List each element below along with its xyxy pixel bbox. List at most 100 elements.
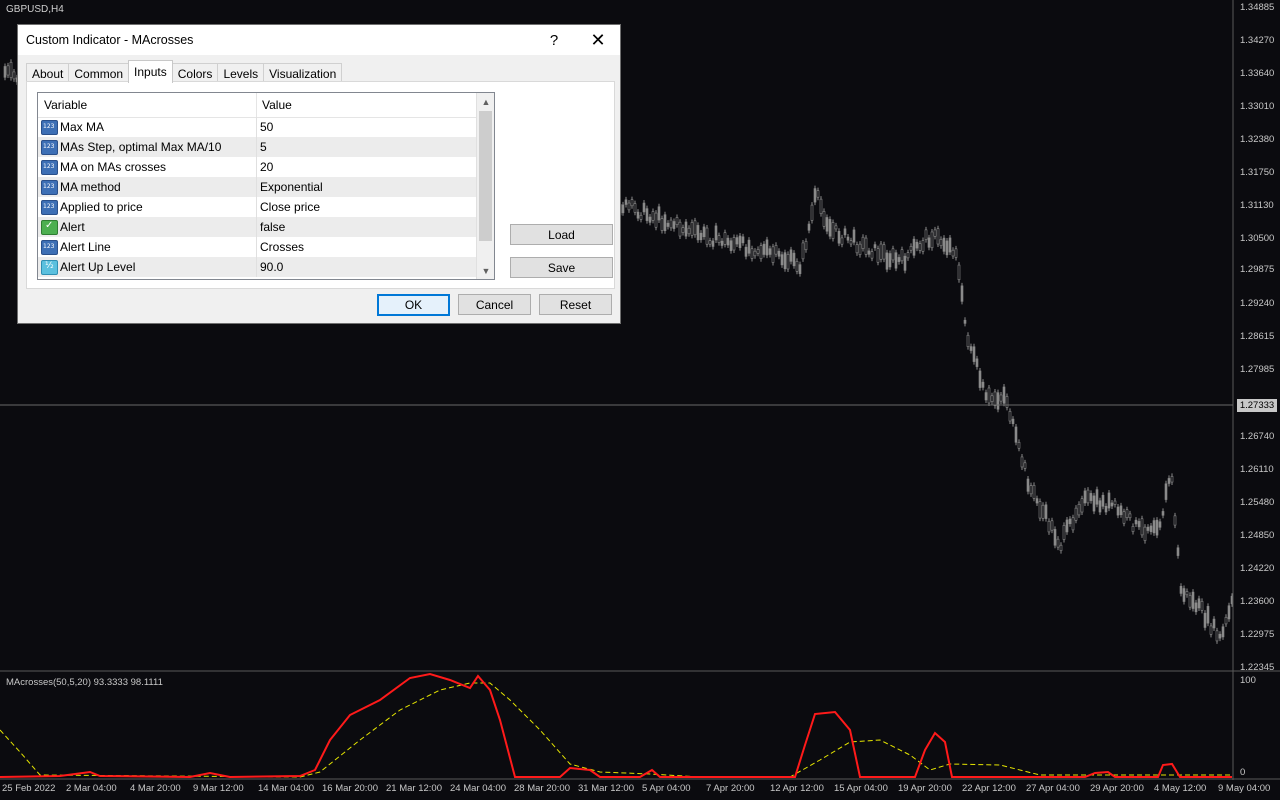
input-variable: Alert Line: [60, 240, 111, 254]
price-label: 1.34885: [1240, 2, 1275, 13]
price-label: 1.24220: [1240, 563, 1275, 574]
tab-colors[interactable]: Colors: [171, 63, 219, 83]
price-label: 1.24850: [1240, 530, 1275, 541]
price-label: 1.23600: [1240, 596, 1275, 607]
indicator-level-0: 0: [1240, 767, 1246, 778]
inputs-grid: Variable Value Max MA 50 MAs Step, optimal…: [37, 92, 495, 280]
input-row[interactable]: Alert Line Crosses: [38, 237, 476, 258]
price-label: 1.31130: [1240, 200, 1274, 211]
grid-header: Variable Value: [38, 93, 476, 118]
price-label: 1.28615: [1240, 331, 1275, 342]
input-value[interactable]: 50: [260, 120, 273, 134]
input-value[interactable]: 20: [260, 160, 273, 174]
grid-scrollbar[interactable]: ▲ ▼: [476, 93, 494, 279]
input-row[interactable]: Applied to price Close price: [38, 197, 476, 218]
time-label: 21 Mar 12:00: [386, 783, 442, 794]
input-value[interactable]: Crosses: [260, 240, 304, 254]
input-variable: Alert: [60, 220, 85, 234]
indicator-slow-line: [0, 682, 1232, 778]
current-price-tag: 1.27333: [1237, 399, 1277, 412]
close-button[interactable]: ✕: [576, 25, 620, 55]
number-icon: [41, 120, 58, 135]
price-label: 1.29875: [1240, 264, 1275, 275]
indicator-level-100: 100: [1240, 675, 1256, 686]
time-label: 31 Mar 12:00: [578, 783, 634, 794]
input-row[interactable]: Max MA 50: [38, 117, 476, 138]
input-variable: MA on MAs crosses: [60, 160, 167, 174]
input-row[interactable]: MA method Exponential: [38, 177, 476, 198]
time-label: 7 Apr 20:00: [706, 783, 755, 794]
input-row[interactable]: Alert false: [38, 217, 476, 238]
time-label: 15 Apr 04:00: [834, 783, 888, 794]
number-icon: [41, 240, 58, 255]
time-label: 5 Apr 04:00: [642, 783, 691, 794]
time-label: 12 Apr 12:00: [770, 783, 824, 794]
input-value[interactable]: false: [260, 220, 285, 234]
input-variable: MA method: [60, 180, 121, 194]
time-label: 25 Feb 2022: [2, 783, 56, 794]
price-label: 1.22975: [1240, 629, 1275, 640]
time-label: 4 May 12:00: [1154, 783, 1207, 794]
input-value[interactable]: 90.0: [260, 260, 283, 274]
number-icon: [41, 200, 58, 215]
tab-inputs[interactable]: Inputs: [128, 60, 173, 83]
price-label: 1.34270: [1240, 35, 1275, 46]
dialog-title: Custom Indicator - MAcrosses: [26, 33, 194, 47]
time-label: 28 Mar 20:00: [514, 783, 570, 794]
tab-about[interactable]: About: [26, 63, 70, 83]
price-label: 1.26110: [1240, 464, 1274, 475]
price-label: 1.22345: [1240, 662, 1275, 673]
tab-common[interactable]: Common: [68, 63, 130, 83]
dialog-titlebar[interactable]: Custom Indicator - MAcrosses ? ✕: [18, 25, 620, 55]
time-label: 4 Mar 20:00: [130, 783, 181, 794]
scroll-down-icon[interactable]: ▼: [477, 262, 494, 279]
time-label: 24 Mar 04:00: [450, 783, 506, 794]
ok-button[interactable]: OK: [377, 294, 450, 316]
number-icon: [41, 180, 58, 195]
input-row[interactable]: MAs Step, optimal Max MA/10 5: [38, 137, 476, 158]
price-label: 1.33010: [1240, 101, 1275, 112]
input-variable: Alert Up Level: [60, 260, 136, 274]
inputs-panel: Variable Value Max MA 50 MAs Step, optimal…: [26, 81, 615, 289]
boolean-icon: [41, 220, 58, 235]
header-value[interactable]: Value: [262, 98, 292, 112]
tab-bar: About Common Inputs Colors Levels Visual…: [26, 60, 343, 83]
input-row[interactable]: Alert Up Level 90.0: [38, 257, 476, 278]
price-label: 1.33640: [1240, 68, 1275, 79]
input-value[interactable]: 5: [260, 140, 267, 154]
price-label: 1.31750: [1240, 167, 1275, 178]
symbol-label: GBPUSD,H4: [6, 4, 64, 15]
scroll-up-icon[interactable]: ▲: [477, 93, 494, 110]
indicator-label: MAcrosses(50,5,20) 93.3333 98.1111: [6, 677, 163, 688]
time-label: 9 May 04:00: [1218, 783, 1271, 794]
price-label: 1.25480: [1240, 497, 1275, 508]
input-value[interactable]: Exponential: [260, 180, 323, 194]
price-label: 1.30500: [1240, 233, 1275, 244]
scroll-thumb[interactable]: [479, 111, 492, 241]
load-button[interactable]: Load: [510, 224, 613, 245]
input-variable: Max MA: [60, 120, 105, 134]
tab-visualization[interactable]: Visualization: [263, 63, 343, 83]
time-label: 2 Mar 04:00: [66, 783, 117, 794]
time-label: 22 Apr 12:00: [962, 783, 1016, 794]
number-icon: [41, 160, 58, 175]
input-variable: Applied to price: [60, 200, 143, 214]
time-label: 29 Apr 20:00: [1090, 783, 1144, 794]
tab-levels[interactable]: Levels: [217, 63, 265, 83]
time-label: 14 Mar 04:00: [258, 783, 314, 794]
input-row[interactable]: MA on MAs crosses 20: [38, 157, 476, 178]
price-label: 1.32380: [1240, 134, 1275, 145]
price-label: 1.29240: [1240, 298, 1275, 309]
time-label: 9 Mar 12:00: [193, 783, 244, 794]
help-button[interactable]: ?: [532, 25, 576, 55]
indicator-fast-line: [0, 672, 1232, 779]
save-button[interactable]: Save: [510, 257, 613, 278]
number-icon: [41, 140, 58, 155]
header-variable[interactable]: Variable: [44, 98, 87, 112]
reset-button[interactable]: Reset: [539, 294, 612, 315]
input-variable: MAs Step, optimal Max MA/10: [60, 140, 222, 154]
input-value[interactable]: Close price: [260, 200, 320, 214]
cancel-button[interactable]: Cancel: [458, 294, 531, 315]
time-label: 16 Mar 20:00: [322, 783, 378, 794]
custom-indicator-dialog: Custom Indicator - MAcrosses ? ✕ About C…: [17, 24, 621, 324]
